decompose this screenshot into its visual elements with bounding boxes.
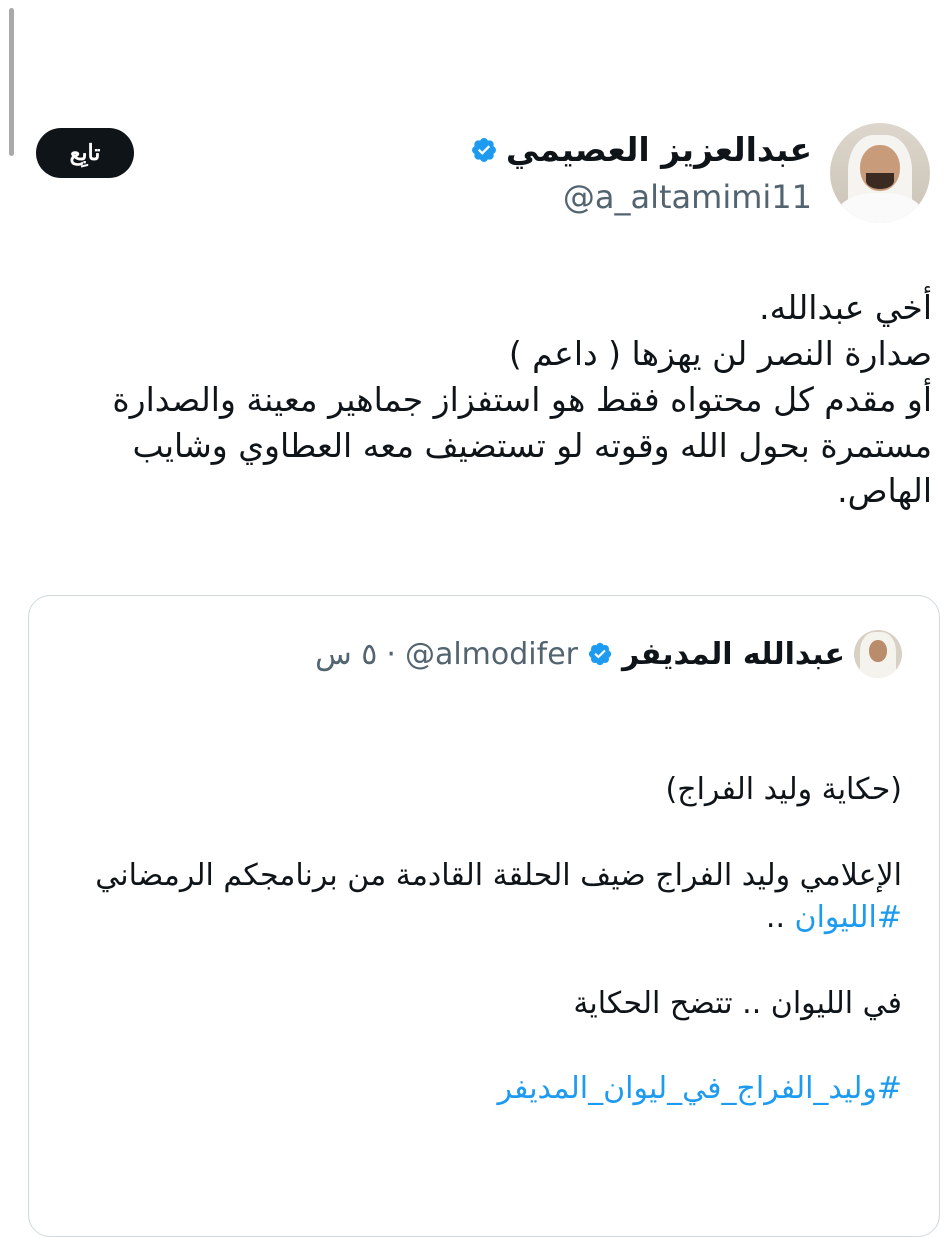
author-name-row[interactable]: عبدالعزيز العصيمي: [470, 130, 812, 169]
quoted-paragraph: (حكاية وليد الفراج): [665, 772, 903, 807]
scrollbar[interactable]: [9, 8, 14, 156]
avatar-beard: [866, 173, 894, 189]
tweet-line: صدارة النصر لن يهزها ( داعم ): [508, 333, 932, 373]
follow-button[interactable]: تابِع: [36, 128, 134, 178]
quoted-paragraph: الإعلامي وليد الفراج ضيف الحلقة القادمة …: [95, 857, 902, 893]
quoted-tweet-header: عبدالله المديفر @almodifer · ٥ س: [315, 630, 902, 678]
quoted-hashtag-line: #وليد_الفراج_في_ليوان_المديفر: [42, 1068, 902, 1111]
verified-badge-icon: [471, 137, 496, 162]
quoted-tweet-time[interactable]: ٥ س: [315, 637, 377, 672]
hashtag-suffix: ..: [765, 900, 795, 936]
author-avatar[interactable]: [830, 123, 930, 223]
quoted-hashtag-line: #الليوان ..: [42, 897, 902, 940]
quoted-author-name[interactable]: عبدالله المديفر: [622, 637, 845, 672]
author-name[interactable]: عبدالعزيز العصيمي: [506, 130, 812, 169]
quoted-tweet-card[interactable]: عبدالله المديفر @almodifer · ٥ س (حكاية …: [28, 595, 940, 1237]
quoted-author-handle[interactable]: @almodifer: [405, 637, 578, 672]
quoted-avatar-face: [869, 640, 887, 662]
author-handle[interactable]: @a_altamimi11: [563, 178, 812, 216]
separator-dot: ·: [386, 636, 396, 672]
tweet-line: أو مقدم كل محتواه فقط هو استفزاز جماهير …: [112, 379, 932, 419]
quoted-tweet-text: (حكاية وليد الفراج) الإعلامي وليد الفراج…: [42, 769, 902, 1111]
verified-badge-icon: [588, 642, 612, 666]
tweet-line: الهاص.: [837, 471, 932, 511]
hashtag-link[interactable]: #الليوان: [795, 900, 902, 935]
tweet-line: مستمرة بحول الله وقوته لو تستضيف معه الع…: [132, 425, 932, 465]
tweet-text: أخي عبدالله. صدارة النصر لن يهزها ( داعم…: [32, 285, 932, 514]
tweet-line: أخي عبدالله.: [759, 288, 932, 327]
hashtag-link[interactable]: #وليد_الفراج_في_ليوان_المديفر: [497, 1071, 902, 1106]
quoted-paragraph: في الليوان .. تتضح الحكاية: [573, 985, 902, 1021]
quoted-author-avatar[interactable]: [854, 630, 902, 678]
